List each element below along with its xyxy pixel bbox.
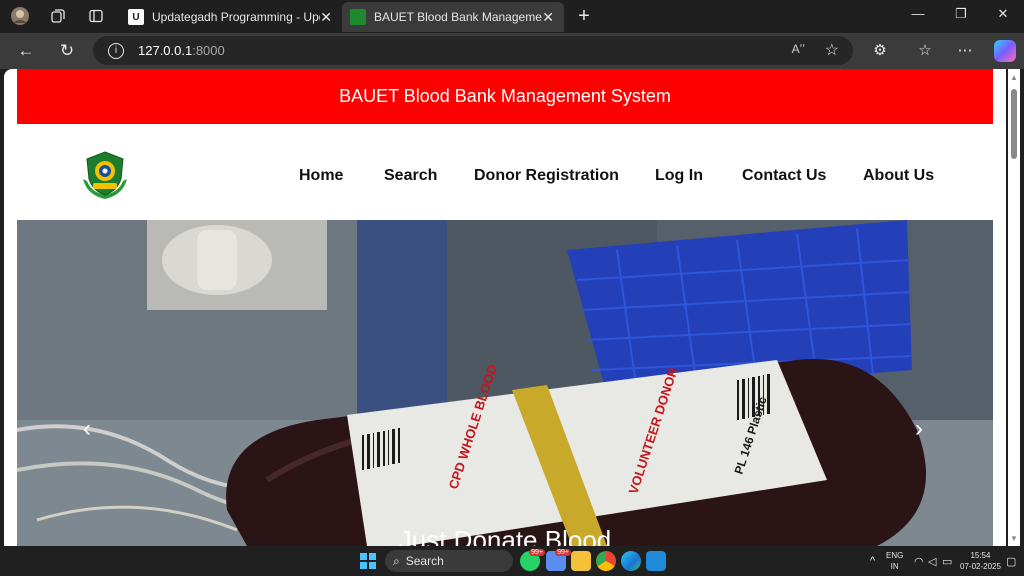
favorites-icon[interactable]: ☆: [915, 41, 935, 59]
wifi-icon[interactable]: ◠: [914, 555, 924, 568]
nav-search[interactable]: Search: [384, 167, 437, 185]
web-page: BAUET Blood Bank Management System Home …: [4, 69, 1006, 546]
language-code: ENG: [886, 551, 904, 560]
updategadh-favicon-icon: U: [128, 9, 144, 25]
refresh-icon[interactable]: ↻: [56, 41, 78, 61]
vscode-icon[interactable]: [646, 551, 666, 571]
language-sub: IN: [890, 562, 899, 571]
nav-home[interactable]: Home: [299, 167, 343, 185]
clock[interactable]: 15:54 07-02-2025: [960, 550, 1001, 572]
clock-date: 07-02-2025: [960, 562, 1001, 571]
scroll-up-icon[interactable]: ▲: [1010, 73, 1018, 82]
browser-viewport: BAUET Blood Bank Management System Home …: [0, 69, 1024, 546]
windows-taskbar: ⌕ Search 99+ 99+ ^ ENG IN ◠ ◁ ▭ 15:54 07…: [0, 546, 1024, 576]
nav-contact-us[interactable]: Contact Us: [742, 167, 826, 185]
tab-actions-icon[interactable]: [86, 6, 106, 26]
site-navbar: Home Search Donor Registration Log In Co…: [17, 124, 993, 220]
close-window-icon[interactable]: ✕: [988, 6, 1018, 22]
carousel-prev-icon[interactable]: ‹: [83, 415, 91, 443]
nav-log-in[interactable]: Log In: [655, 167, 703, 185]
restore-icon[interactable]: ❐: [946, 6, 976, 22]
language-indicator[interactable]: ENG IN: [886, 550, 903, 572]
tab-title: Updategadh Programming - Upd: [152, 10, 320, 24]
address-url[interactable]: 127.0.0.1:8000: [138, 43, 225, 58]
site-header: BAUET Blood Bank Management System: [17, 69, 993, 124]
hero-carousel: CPD WHOLE BLOOD VOLUNTEER DONOR PL 146 P…: [17, 220, 993, 546]
whatsapp-app-icon[interactable]: 99+: [520, 549, 545, 571]
windows-start-icon[interactable]: [360, 553, 376, 569]
browser-toolbar: ← ↻ i 127.0.0.1:8000 Aʼʼ ☆ ⚙ ☆ ⋯: [0, 33, 1024, 69]
bauet-favicon-icon: [350, 9, 366, 25]
profile-icon[interactable]: [10, 6, 30, 26]
tab-bauet[interactable]: BAUET Blood Bank Management ✕: [342, 2, 564, 32]
messaging-app-icon[interactable]: 99+: [546, 549, 571, 571]
tab-title: BAUET Blood Bank Management: [374, 10, 542, 24]
tab-updategadh[interactable]: U Updategadh Programming - Upd ✕: [120, 2, 342, 32]
notification-badge: 99+: [555, 549, 571, 556]
nav-links: Home Search Donor Registration Log In Co…: [17, 124, 993, 220]
address-bar[interactable]: i 127.0.0.1:8000 Aʼʼ ☆: [93, 36, 853, 65]
blood-bag-photo: CPD WHOLE BLOOD VOLUNTEER DONOR PL 146 P…: [17, 220, 993, 546]
scroll-down-icon[interactable]: ▼: [1010, 534, 1018, 543]
browser-tab-bar: U Updategadh Programming - Upd ✕ BAUET B…: [0, 0, 1024, 33]
extensions-icon[interactable]: ⚙: [870, 41, 890, 59]
copilot-icon[interactable]: [994, 40, 1016, 62]
edge-icon[interactable]: [621, 551, 641, 571]
close-tab-icon[interactable]: ✕: [542, 9, 554, 26]
file-explorer-icon[interactable]: [571, 551, 591, 571]
page-scrollbar[interactable]: ▲ ▼: [1008, 69, 1020, 546]
search-icon: ⌕: [393, 553, 400, 568]
workspaces-icon[interactable]: [48, 6, 68, 26]
more-icon[interactable]: ⋯: [955, 41, 975, 59]
volume-icon[interactable]: ◁: [928, 555, 936, 568]
carousel-next-icon[interactable]: ›: [915, 415, 923, 443]
scroll-thumb[interactable]: [1011, 89, 1017, 159]
new-tab-icon[interactable]: +: [574, 5, 594, 27]
taskbar-search[interactable]: ⌕ Search: [385, 550, 513, 572]
read-aloud-icon[interactable]: Aʼʼ: [792, 42, 805, 56]
site-title: BAUET Blood Bank Management System: [339, 86, 671, 106]
battery-icon[interactable]: ▭: [942, 555, 952, 568]
nav-about-us[interactable]: About Us: [863, 167, 934, 185]
carousel-caption: Just Donate Blood: [398, 525, 612, 546]
show-hidden-icons[interactable]: ^: [870, 555, 875, 567]
nav-donor-registration[interactable]: Donor Registration: [474, 167, 619, 185]
back-icon[interactable]: ←: [15, 41, 37, 61]
taskbar-search-label: Search: [405, 554, 444, 568]
notification-badge: 99+: [529, 549, 545, 556]
favorite-star-icon[interactable]: ☆: [825, 40, 839, 60]
minimize-icon[interactable]: —: [903, 6, 933, 21]
clock-time: 15:54: [970, 551, 991, 560]
info-icon[interactable]: i: [108, 42, 124, 59]
notifications-icon[interactable]: ▢: [1006, 555, 1016, 568]
close-tab-icon[interactable]: ✕: [320, 9, 332, 26]
chrome-icon[interactable]: [596, 551, 616, 571]
